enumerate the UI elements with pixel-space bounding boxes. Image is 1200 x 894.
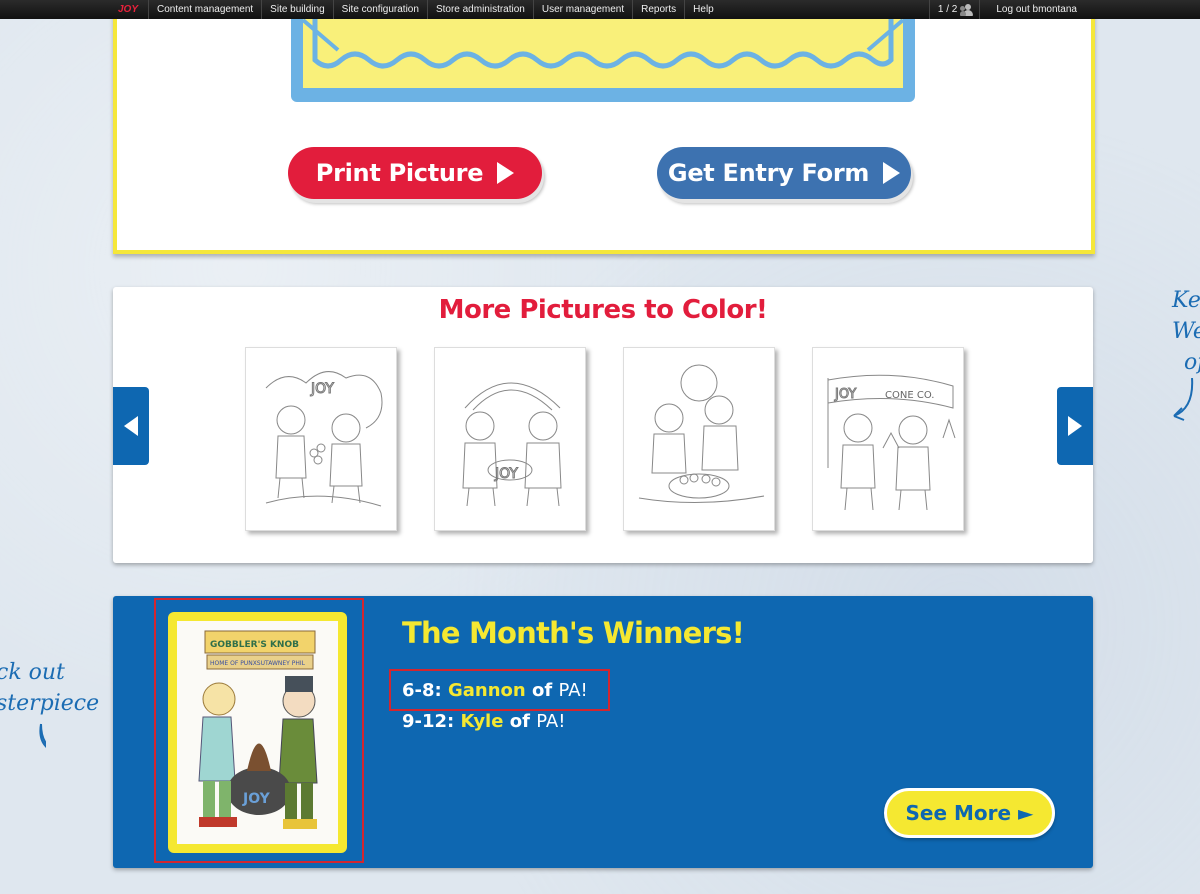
chevron-right-icon bbox=[1068, 416, 1082, 436]
drawing-joy-tag: JOY bbox=[242, 791, 271, 807]
side-note-left-line-1: ck out bbox=[0, 660, 65, 685]
winner-name-link[interactable]: Kyle bbox=[461, 711, 504, 732]
toolbar-right: 1 / 2 Log out bmontana bbox=[928, 0, 1085, 19]
carousel-prev-button[interactable] bbox=[113, 387, 149, 465]
winner-of: of bbox=[509, 711, 530, 732]
winner-entry-2: 9-12: Kyle of PA! bbox=[402, 711, 566, 732]
curved-arrow-icon bbox=[39, 723, 72, 755]
see-more-button[interactable]: See More ► bbox=[884, 788, 1055, 838]
side-note-left: ck out sterpiece bbox=[0, 657, 99, 778]
coloring-sketch-2: JOY bbox=[462, 382, 562, 507]
coloring-sketch-3 bbox=[638, 364, 765, 504]
winner-age-group: 9-12 bbox=[402, 711, 448, 732]
thumb-banner-text: JOY bbox=[310, 381, 334, 397]
menu-user-management[interactable]: User management bbox=[532, 0, 632, 19]
thumb-caption-text: CONE CO. bbox=[885, 390, 934, 401]
drawing-sign-text: GOBBLER'S KNOB bbox=[210, 640, 299, 650]
play-arrow-icon bbox=[497, 162, 515, 184]
menu-reports[interactable]: Reports bbox=[632, 0, 684, 19]
admin-menu: Content management Site building Site co… bbox=[148, 0, 722, 19]
thumb-caption-text: JOY bbox=[494, 466, 518, 482]
online-users[interactable]: 1 / 2 bbox=[928, 0, 979, 19]
side-note-right-line-3: of bbox=[1184, 350, 1200, 375]
coloring-sketch-4: JOY CONE CO. bbox=[827, 374, 956, 511]
more-pictures-title: More Pictures to Color! bbox=[438, 295, 768, 325]
winner-image-frame: GOBBLER'S KNOB HOME OF PUNXSUTAWNEY PHIL… bbox=[168, 612, 347, 853]
side-note-right-line-2: We bbox=[1172, 319, 1200, 344]
joy-logo[interactable]: JOY bbox=[118, 4, 148, 15]
winner-drawing: GOBBLER'S KNOB HOME OF PUNXSUTAWNEY PHIL… bbox=[177, 621, 338, 844]
menu-content-management[interactable]: Content management bbox=[148, 0, 261, 19]
print-picture-button[interactable]: Print Picture bbox=[288, 147, 542, 199]
menu-help[interactable]: Help bbox=[684, 0, 722, 19]
carousel-next-button[interactable] bbox=[1057, 387, 1093, 465]
winners-title: The Month's Winners! bbox=[402, 616, 745, 650]
print-picture-label: Print Picture bbox=[315, 159, 484, 187]
coloring-sketch-1: JOY bbox=[265, 371, 383, 507]
get-entry-form-button[interactable]: Get Entry Form bbox=[657, 147, 911, 199]
menu-site-building[interactable]: Site building bbox=[261, 0, 332, 19]
menu-site-configuration[interactable]: Site configuration bbox=[332, 0, 427, 19]
side-note-right-line-1: Ke bbox=[1172, 288, 1200, 313]
winner-entry-highlight bbox=[389, 669, 610, 711]
side-note-left-line-2: sterpiece bbox=[0, 691, 100, 716]
chevron-left-icon bbox=[124, 416, 138, 436]
more-pictures-card: More Pictures to Color! JOY JOY JOY CONE… bbox=[113, 287, 1093, 563]
curved-arrow-icon bbox=[1173, 377, 1194, 421]
admin-toolbar: JOY Content management Site building Sit… bbox=[0, 0, 1200, 19]
coloring-thumbnail-4[interactable]: JOY CONE CO. bbox=[812, 347, 964, 531]
coloring-thumbnail-1[interactable]: JOY bbox=[245, 347, 397, 531]
drawing-subsign-text: HOME OF PUNXSUTAWNEY PHIL bbox=[210, 660, 306, 667]
coloring-card: Print Picture Get Entry Form bbox=[113, 0, 1095, 254]
logout-link[interactable]: Log out bmontana bbox=[979, 0, 1085, 19]
play-arrow-icon bbox=[883, 162, 901, 184]
side-note-right: Ke We of bbox=[1172, 285, 1200, 437]
users-icon bbox=[960, 3, 974, 16]
coloring-thumbnail-2[interactable]: JOY bbox=[434, 347, 586, 531]
user-count: 1 / 2 bbox=[937, 4, 958, 15]
thumb-banner-text: JOY bbox=[834, 387, 856, 402]
coloring-thumbnail-3[interactable] bbox=[623, 347, 775, 531]
winner-image[interactable]: GOBBLER'S KNOB HOME OF PUNXSUTAWNEY PHIL… bbox=[177, 621, 338, 844]
menu-store-administration[interactable]: Store administration bbox=[426, 0, 533, 19]
monthly-winners-card: GOBBLER'S KNOB HOME OF PUNXSUTAWNEY PHIL… bbox=[113, 596, 1093, 868]
winner-state: PA! bbox=[536, 711, 566, 732]
get-entry-form-label: Get Entry Form bbox=[667, 159, 870, 187]
